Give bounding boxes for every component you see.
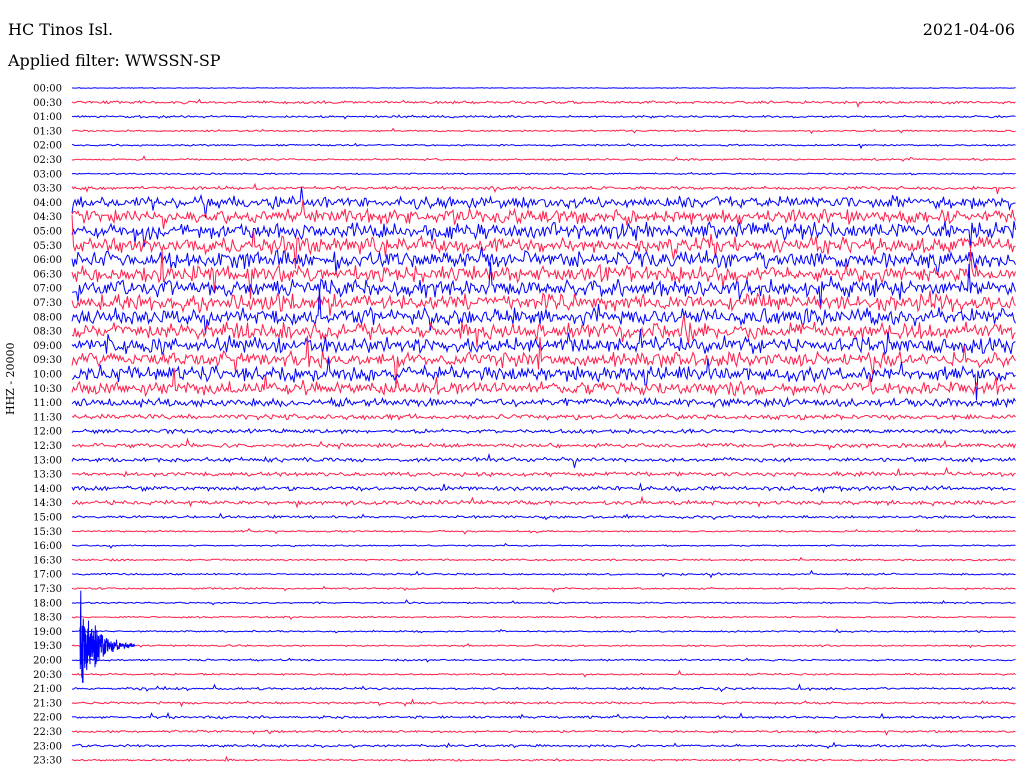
event-burst [79,590,136,684]
time-tick-label: 09:00 [33,341,62,352]
trace-line [71,114,1016,120]
time-tick-label: 22:00 [33,713,62,724]
trace-line [71,127,1016,135]
time-tick-label: 21:00 [33,684,62,695]
time-tick-label: 14:00 [33,484,62,495]
helicorder-plot: 00:00 00:30 01:00 01:30 02:00 02:30 03:00 03:30… [33,84,1016,767]
time-tick-label: 17:00 [33,570,62,581]
time-tick-label: 21:30 [33,698,62,709]
trace-line [71,512,1016,521]
trace-line [71,556,1016,562]
trace-line [71,155,1016,162]
time-tick-label: 14:30 [33,498,62,509]
trace-line [71,729,1016,736]
time-tick-label: 16:00 [33,541,62,552]
time-tick-label: 10:30 [33,384,62,395]
time-tick-label: 18:30 [33,613,62,624]
time-tick-label: 19:30 [33,641,62,652]
time-tick-label: 06:30 [33,269,62,280]
trace-line [71,599,1016,606]
trace-line [71,427,1016,435]
time-tick-label: 19:00 [33,627,62,638]
trace-line [71,466,1016,478]
time-tick-label: 23:00 [33,741,62,752]
time-tick-label: 02:00 [33,141,62,152]
time-tick-label: 05:00 [33,227,62,238]
time-tick-label: 09:30 [33,355,62,366]
trace-line [71,755,1016,762]
trace-line [71,495,1016,509]
trace-line [71,335,1016,389]
trace-line [71,527,1016,535]
time-tick-label: 01:00 [33,112,62,123]
time-tick-label: 10:00 [33,370,62,381]
time-tick-label: 11:30 [33,412,62,423]
time-tick-label: 00:30 [33,98,62,109]
time-tick-label: 11:00 [33,398,62,409]
time-tick-label: 02:30 [33,155,62,166]
time-tick-label: 12:30 [33,441,62,452]
trace-line [71,98,1016,108]
time-tick-label: 13:30 [33,470,62,481]
trace-line [71,669,1016,678]
trace-line [71,437,1016,451]
time-tick-label: 17:30 [33,584,62,595]
time-tick-label: 07:00 [33,284,62,295]
trace-line [71,642,1016,649]
time-tick-label: 15:30 [33,527,62,538]
trace-line [71,615,1016,620]
trace-line [71,585,1016,593]
trace-line [71,698,1016,708]
time-tick-label: 16:30 [33,555,62,566]
trace-line [72,711,1016,720]
time-tick-label: 07:30 [33,298,62,309]
time-tick-label: 04:00 [33,198,62,209]
time-tick-label: 13:00 [33,455,62,466]
time-tick-label: 22:30 [33,727,62,738]
time-tick-label: 23:30 [33,756,62,767]
trace-line [71,628,1016,634]
time-tick-label: 03:30 [33,184,62,195]
trace-line [71,452,1016,468]
trace-line [71,171,1016,176]
time-tick-label: 08:30 [33,327,62,338]
time-tick-label: 18:00 [33,598,62,609]
time-tick-label: 06:00 [33,255,62,266]
trace-line [72,87,1016,90]
trace-line [71,482,1016,494]
trace-line [71,396,1016,409]
trace-line [72,741,1016,750]
time-tick-label: 12:00 [33,427,62,438]
time-tick-label: 15:00 [33,513,62,524]
time-tick-label: 01:30 [33,126,62,137]
time-tick-label: 05:30 [33,241,62,252]
trace-line [71,413,1016,421]
time-tick-label: 20:30 [33,670,62,681]
trace-line [71,657,1016,663]
time-tick-label: 08:00 [33,312,62,323]
time-tick-label: 04:30 [33,212,62,223]
time-tick-label: 00:00 [33,84,62,95]
time-tick-label: 20:00 [33,656,62,667]
trace-line [71,142,1016,150]
trace-line [71,182,1016,195]
trace-line [71,569,1016,579]
trace-line [71,683,1016,693]
trace-line [71,542,1016,549]
time-tick-label: 03:00 [33,169,62,180]
